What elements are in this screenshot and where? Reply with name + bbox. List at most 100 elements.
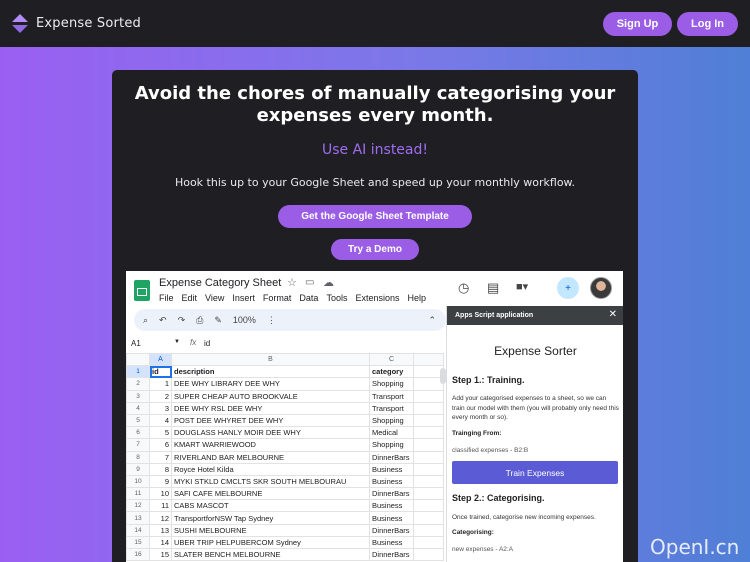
table-row: 8 7 RIVERLAND BAR MELBOURNE DinnerBars bbox=[126, 450, 444, 464]
row-number: 5 bbox=[126, 413, 150, 428]
collapse-icon: ⌃ bbox=[428, 314, 436, 325]
table-cell: 2 bbox=[149, 389, 172, 403]
table-row: 9 8 Royce Hotel Kilda Business bbox=[126, 462, 444, 476]
corner-cell bbox=[126, 352, 150, 367]
table-cell: Medical bbox=[369, 426, 414, 440]
folder-icon: ▭ bbox=[305, 277, 315, 288]
table-row: 16 15 SLATER BENCH MELBOURNE DinnerBars bbox=[126, 547, 444, 562]
table-row: 7 6 KMART WARRIEWOOD Shopping bbox=[126, 438, 444, 452]
column-header: C bbox=[369, 352, 414, 367]
log-in-button[interactable]: Log In bbox=[677, 11, 738, 36]
table-cell: Shopping bbox=[369, 438, 414, 452]
table-cell: MYKI STKLD CMCLTS SKR SOUTH MELBOURAU bbox=[171, 474, 370, 489]
table-cell: 12 bbox=[149, 511, 172, 525]
logo-icon[interactable] bbox=[12, 13, 28, 34]
column-header: B bbox=[171, 352, 370, 367]
try-demo-button[interactable]: Try a Demo bbox=[331, 239, 419, 260]
star-icon: ☆ bbox=[287, 277, 297, 289]
column-header bbox=[413, 352, 444, 367]
table-cell: 7 bbox=[149, 450, 172, 464]
row-number: 14 bbox=[126, 523, 150, 537]
table-row: 4 3 DEE WHY RSL DEE WHY Transport bbox=[126, 401, 444, 415]
row-number: 12 bbox=[126, 499, 150, 513]
table-cell: CABS MASCOT bbox=[171, 499, 370, 513]
table-cell: category bbox=[369, 365, 414, 379]
row-number: 15 bbox=[126, 535, 150, 550]
categorising-value: new expenses - A2:A bbox=[452, 546, 514, 553]
train-expenses-button: Train Expenses bbox=[452, 461, 618, 484]
panel-header: Apps Script application bbox=[447, 306, 623, 325]
table-cell: 11 bbox=[149, 499, 172, 513]
menu-insert: Insert bbox=[232, 293, 255, 303]
row-number: 16 bbox=[126, 547, 150, 562]
menu-data: Data bbox=[299, 293, 319, 303]
zoom-select: 100% bbox=[232, 315, 256, 325]
table-cell: Shopping bbox=[369, 413, 414, 428]
step2-heading: Step 2.: Categorising. bbox=[452, 493, 545, 503]
row-number: 6 bbox=[126, 426, 150, 440]
undo-icon: ↶ bbox=[159, 314, 167, 325]
history-icon: ◷ bbox=[458, 280, 470, 295]
row-number: 4 bbox=[126, 401, 150, 415]
table-cell: DOUGLASS HANLY MOIR DEE WHY bbox=[171, 426, 370, 440]
comment-icon: ▤ bbox=[487, 280, 500, 295]
row-number: 13 bbox=[126, 511, 150, 525]
table-row: 3 2 SUPER CHEAP AUTO BROOKVALE Transport bbox=[126, 389, 444, 403]
step2-text: Once trained, categorise new incoming ex… bbox=[452, 514, 596, 521]
row-number: 11 bbox=[126, 487, 150, 501]
sign-up-button[interactable]: Sign Up bbox=[603, 11, 672, 36]
table-row: 13 12 TransportforNSW Tap Sydney Business bbox=[126, 511, 444, 525]
table-cell: KMART WARRIEWOOD bbox=[171, 438, 370, 452]
brand-name[interactable]: Expense Sorted bbox=[36, 16, 141, 31]
row-number: 7 bbox=[126, 438, 150, 452]
fx-icon: fx bbox=[190, 338, 197, 347]
table-cell: TransportforNSW Tap Sydney bbox=[171, 511, 370, 525]
table-cell: Shopping bbox=[369, 377, 414, 391]
table-cell: DEE WHY LIBRARY DEE WHY bbox=[171, 377, 370, 391]
table-cell: Transport bbox=[369, 401, 414, 415]
row-number: 2 bbox=[126, 377, 150, 391]
table-row: 5 4 POST DEE WHYRET DEE WHY Shopping bbox=[126, 413, 444, 428]
table-cell: DinnerBars bbox=[369, 487, 414, 501]
hero-card: Avoid the chores of manually categorisin… bbox=[112, 70, 638, 562]
table-cell: 4 bbox=[149, 413, 172, 428]
table-cell: Business bbox=[369, 511, 414, 525]
table-cell: 13 bbox=[149, 523, 172, 537]
menu-help: Help bbox=[407, 293, 426, 303]
table-cell: Business bbox=[369, 462, 414, 476]
categorising-label: Categorising: bbox=[452, 529, 494, 536]
menu-file: File bbox=[159, 293, 174, 303]
apps-script-panel: Apps Script application ✕ Expense Sorter… bbox=[446, 306, 623, 562]
step1-text: Add your categorised expenses to a sheet… bbox=[452, 395, 619, 421]
table-row: 15 14 UBER TRIP HELPUBERCOM Sydney Business bbox=[126, 535, 444, 550]
menu-tools: Tools bbox=[326, 293, 348, 303]
table-cell: 10 bbox=[149, 487, 172, 501]
table-cell: Transport bbox=[369, 389, 414, 403]
google-sheets-icon bbox=[134, 280, 150, 301]
sheet-menu: File Edit View Insert Format Data Tools … bbox=[159, 293, 426, 303]
row-number: 3 bbox=[126, 389, 150, 403]
table-cell: DEE WHY RSL DEE WHY bbox=[171, 401, 370, 415]
chevron-down-icon: ▼ bbox=[174, 339, 180, 345]
menu-extensions: Extensions bbox=[355, 293, 400, 303]
share-icon: + bbox=[557, 277, 579, 299]
column-header: A bbox=[149, 352, 172, 367]
training-from-value: classified expenses - B2:B bbox=[452, 447, 529, 454]
table-cell: DinnerBars bbox=[369, 547, 414, 562]
table-cell: 6 bbox=[149, 438, 172, 452]
formula-bar: A1 ▼ fx id bbox=[126, 337, 446, 351]
table-cell: DinnerBars bbox=[369, 523, 414, 537]
hero-subtitle: Use AI instead! bbox=[322, 142, 428, 158]
table-row: 14 13 SUSHI MELBOURNE DinnerBars bbox=[126, 523, 444, 537]
redo-icon: ↷ bbox=[177, 314, 186, 325]
formula-value: id bbox=[204, 339, 211, 348]
sheet-screenshot: Expense Category Sheet ☆ ▭ ☁ File Edit V… bbox=[126, 271, 623, 562]
table-cell: 8 bbox=[149, 462, 172, 476]
avatar bbox=[590, 277, 612, 299]
table-cell: 3 bbox=[149, 401, 172, 415]
get-template-button[interactable]: Get the Google Sheet Template bbox=[278, 205, 472, 228]
table-cell: 1 bbox=[149, 377, 172, 391]
table-cell: SUSHI MELBOURNE bbox=[171, 523, 370, 537]
table-row: 12 11 CABS MASCOT Business bbox=[126, 499, 444, 513]
top-nav: Expense Sorted Sign Up Log In bbox=[0, 0, 750, 47]
